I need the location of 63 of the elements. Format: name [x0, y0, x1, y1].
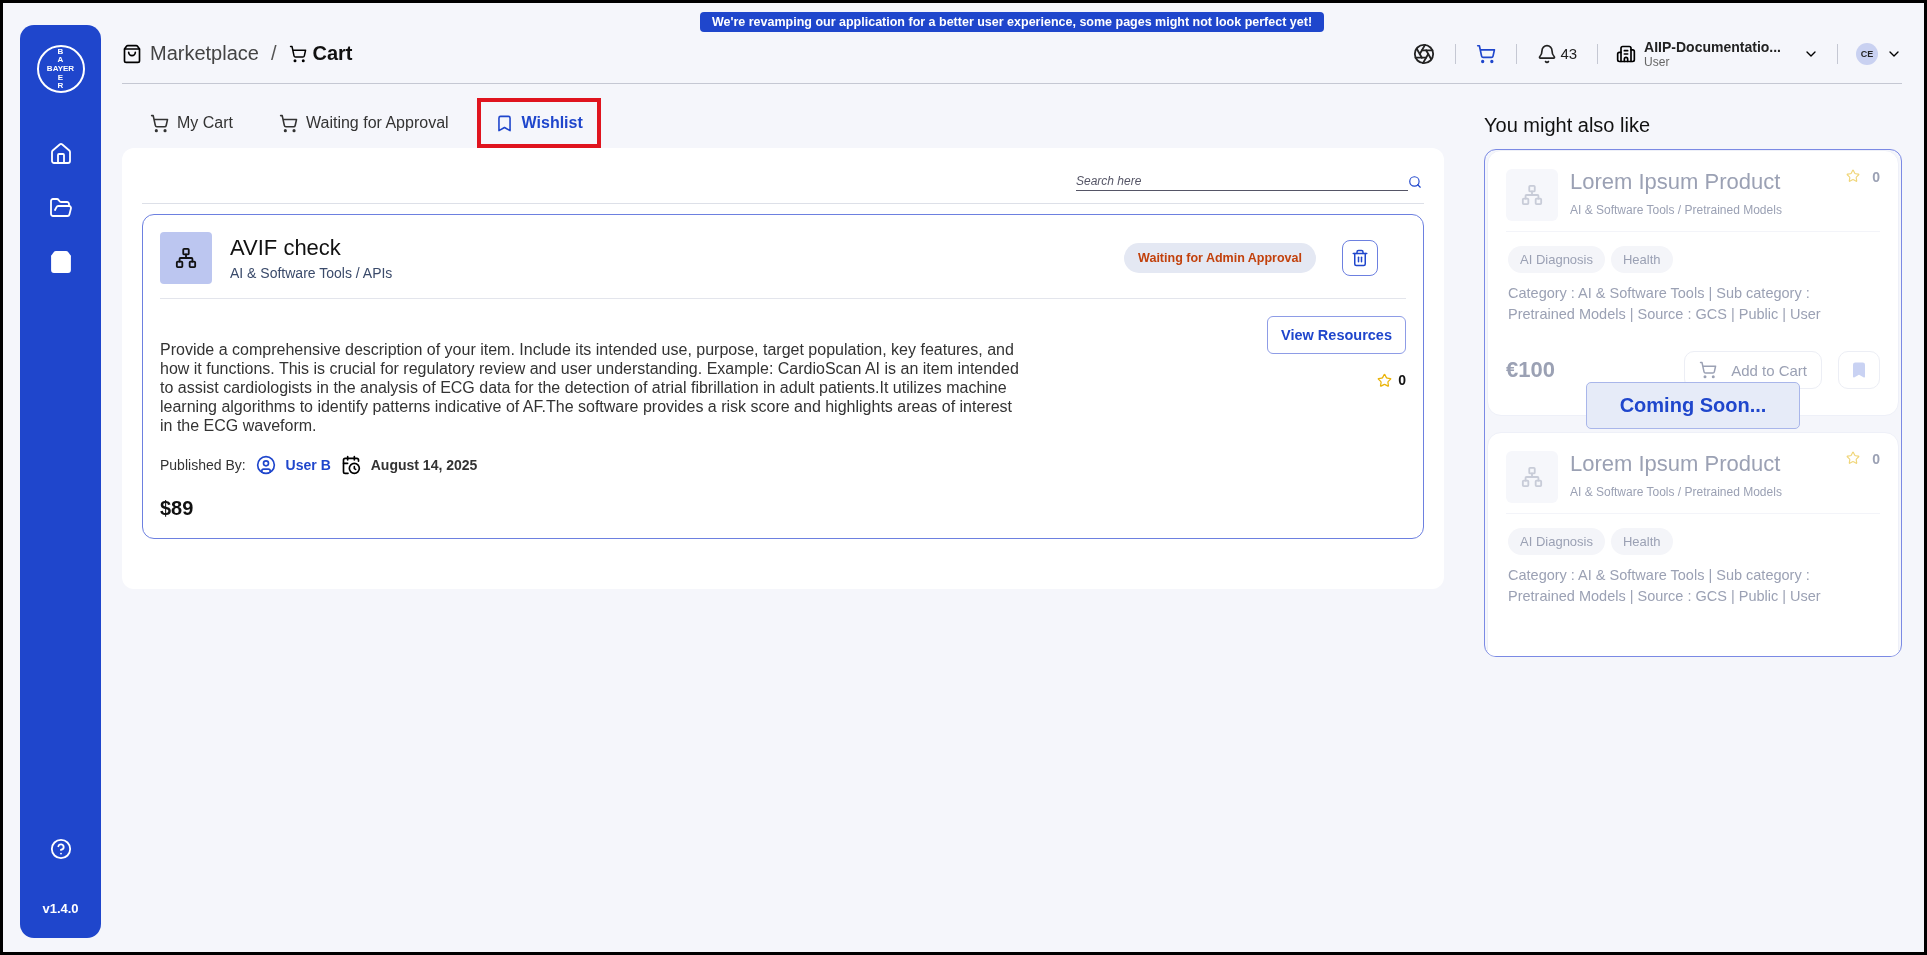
publish-date: August 14, 2025: [370, 457, 478, 473]
published-label: Published By:: [160, 457, 246, 473]
cart-icon: [279, 113, 298, 133]
tag: AI Diagnosis: [1508, 528, 1605, 555]
tab[interactable]: My Cart: [132, 98, 251, 148]
tab[interactable]: Waiting for Approval: [261, 98, 467, 148]
star-icon: [1846, 169, 1861, 183]
breadcrumb-separator: /: [270, 42, 277, 65]
item-category: AI & Software Tools / APIs: [230, 265, 394, 281]
logo: BA BAYER ER: [36, 45, 85, 93]
tag: Health: [1611, 528, 1673, 555]
product-price: €100: [1506, 357, 1555, 383]
section-title: You might also like: [1484, 113, 1652, 138]
product-details: Category : AI & Software Tools | Sub category : Pretrained Models | Source : GCS | Public | User: [1507, 566, 1822, 606]
breadcrumb-item[interactable]: Marketplace: [150, 42, 259, 65]
network-icon: [1521, 466, 1543, 488]
delete-button[interactable]: [1342, 240, 1378, 276]
status-badge: Waiting for Admin Approval: [1124, 243, 1316, 273]
user-icon: [255, 455, 276, 475]
user-menu-button[interactable]: CE: [1856, 42, 1902, 65]
search-field[interactable]: Search here: [1076, 172, 1408, 191]
rating: 0: [1398, 372, 1406, 388]
product-category: AI & Software Tools / Pretrained Models: [1570, 203, 1783, 217]
item-title: AVIF check: [230, 235, 342, 261]
trash-icon: [1351, 249, 1369, 267]
tag: AI Diagnosis: [1508, 246, 1605, 273]
tab[interactable]: Wishlist: [476, 98, 601, 148]
bell-icon: [1537, 43, 1558, 64]
cart-icon: [150, 113, 169, 133]
tag: Health: [1611, 246, 1673, 273]
rating: 0: [1872, 169, 1880, 185]
product-title: Lorem Ipsum Product: [1570, 451, 1782, 477]
publisher-link[interactable]: User B: [285, 457, 331, 473]
account-role: User: [1644, 54, 1671, 69]
account-switcher[interactable]: AIIP-Documentatio... User: [1616, 38, 1819, 69]
help-icon: [49, 838, 72, 860]
bag-icon: [122, 43, 142, 64]
cart-icon: [1476, 43, 1497, 64]
network-icon: [1521, 184, 1543, 206]
star-icon: [1846, 451, 1861, 465]
rating: 0: [1872, 451, 1880, 467]
product-title: Lorem Ipsum Product: [1570, 169, 1782, 195]
notifications-button[interactable]: 43: [1535, 41, 1580, 66]
aperture-icon: [1413, 42, 1436, 65]
product-details: Category : AI & Software Tools | Sub category : Pretrained Models | Source : GCS | Public | User: [1507, 284, 1822, 324]
search-icon: [1408, 174, 1422, 189]
version-label: v1.4.0: [42, 901, 79, 916]
account-name: AIIP-Documentatio...: [1644, 38, 1781, 55]
item-price: $89: [160, 497, 195, 520]
building-icon: [1616, 43, 1637, 64]
product-category: AI & Software Tools / Pretrained Models: [1570, 485, 1783, 499]
cart-icon: [1699, 361, 1718, 379]
avatar: CE: [1856, 42, 1878, 65]
announcement-banner: We're revamping our application for a better user experience, some pages might not look perfect yet!: [699, 12, 1325, 32]
bookmark-icon: [1850, 361, 1868, 379]
view-resources-button[interactable]: View Resources: [1267, 316, 1406, 354]
calendar-icon: [340, 455, 361, 475]
network-icon: [175, 247, 197, 269]
coming-soon-overlay: Coming Soon...: [1586, 382, 1800, 429]
star-icon: [1377, 372, 1393, 388]
item-description: Provide a comprehensive description of your item. Include its intended use, purpose, target population, key features, and how it functions. This is crucial for regulatory review and user understanding. Example: CardioScan AI is an item intended to assist cardiologists in the analysis of ECG data for the detection of atrial fibrillation in adult patients.It utilizes machine learning algorithms to identify patterns indicative of AF.The software provides a risk score and highlights areas of interest in the ECG waveform.: [160, 340, 1020, 435]
breadcrumb-item: Cart: [312, 42, 353, 65]
cart-icon: [288, 44, 307, 63]
